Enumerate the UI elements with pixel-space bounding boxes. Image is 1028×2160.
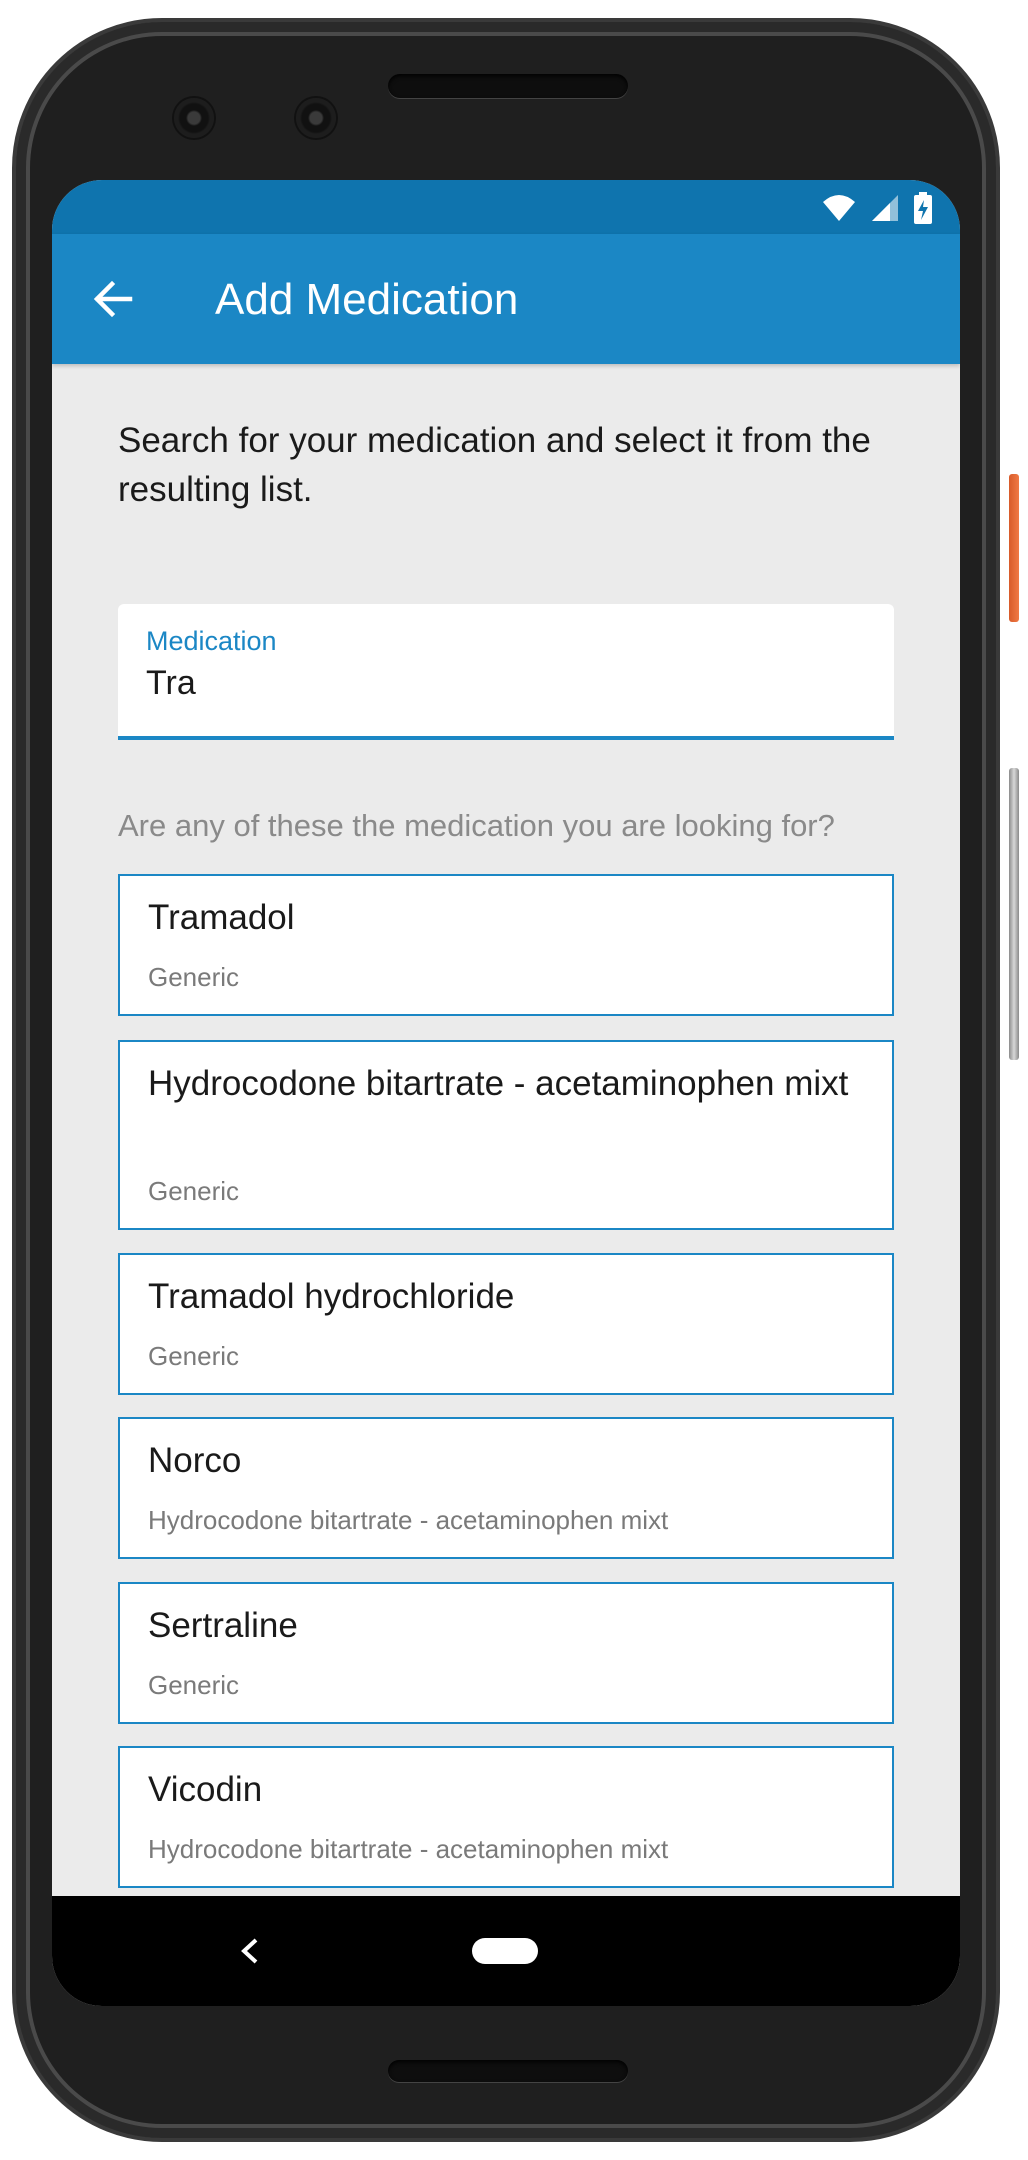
result-item-sertraline[interactable]: Sertraline Generic [118,1582,894,1724]
volume-button [1009,768,1019,1060]
result-item-subtitle: Generic [148,962,240,992]
result-item-hydrocodone-acetaminophen[interactable]: Hydrocodone bitartrate - acetaminophen m… [118,1040,894,1230]
cell-signal-icon [872,195,898,221]
power-button [1009,474,1019,622]
result-item-subtitle: Generic [148,1670,240,1700]
result-item-name: Tramadol [148,898,295,937]
front-sensor-icon [296,98,336,138]
result-item-name: Norco [148,1441,242,1480]
medication-field-label: Medication [146,626,277,656]
bottom-speaker [388,2060,628,2082]
system-nav-bar [52,1896,960,2006]
result-item-subtitle: Generic [148,1176,240,1206]
medication-search-field[interactable]: Medication [118,604,894,740]
medication-search-input[interactable] [146,664,846,703]
results-prompt: Are any of these the medication you are … [118,808,835,843]
earpiece-speaker [388,74,628,98]
result-item-subtitle: Hydrocodone bitartrate - acetaminophen m… [148,1834,669,1864]
app-bar: Add Medication [52,234,960,364]
result-item-name: Tramadol hydrochloride [148,1277,515,1316]
result-item-name: Vicodin [148,1770,263,1809]
result-item-tramadol[interactable]: Tramadol Generic [118,874,894,1016]
nav-back-icon[interactable] [238,1936,262,1966]
result-item-vicodin[interactable]: Vicodin Hydrocodone bitartrate - acetami… [118,1746,894,1888]
nav-home-pill-icon[interactable] [472,1938,538,1964]
page-title: Add Medication [215,275,519,324]
status-bar [52,180,960,234]
result-item-tramadol-hydrochloride[interactable]: Tramadol hydrochloride Generic [118,1253,894,1395]
wifi-icon [823,195,855,221]
result-item-norco[interactable]: Norco Hydrocodone bitartrate - acetamino… [118,1417,894,1559]
front-camera-icon [174,98,214,138]
result-item-subtitle: Generic [148,1341,240,1371]
result-item-subtitle: Hydrocodone bitartrate - acetaminophen m… [148,1505,669,1535]
status-icons [822,192,932,224]
battery-charging-icon [914,192,932,224]
phone-screen: Add Medication Search for your medicatio… [52,180,960,2006]
result-item-name: Sertraline [148,1606,298,1645]
arrow-left-icon[interactable] [90,277,134,321]
result-item-name: Hydrocodone bitartrate - acetaminophen m… [148,1064,849,1103]
instructions-text: Search for your medication and select it… [118,421,871,509]
